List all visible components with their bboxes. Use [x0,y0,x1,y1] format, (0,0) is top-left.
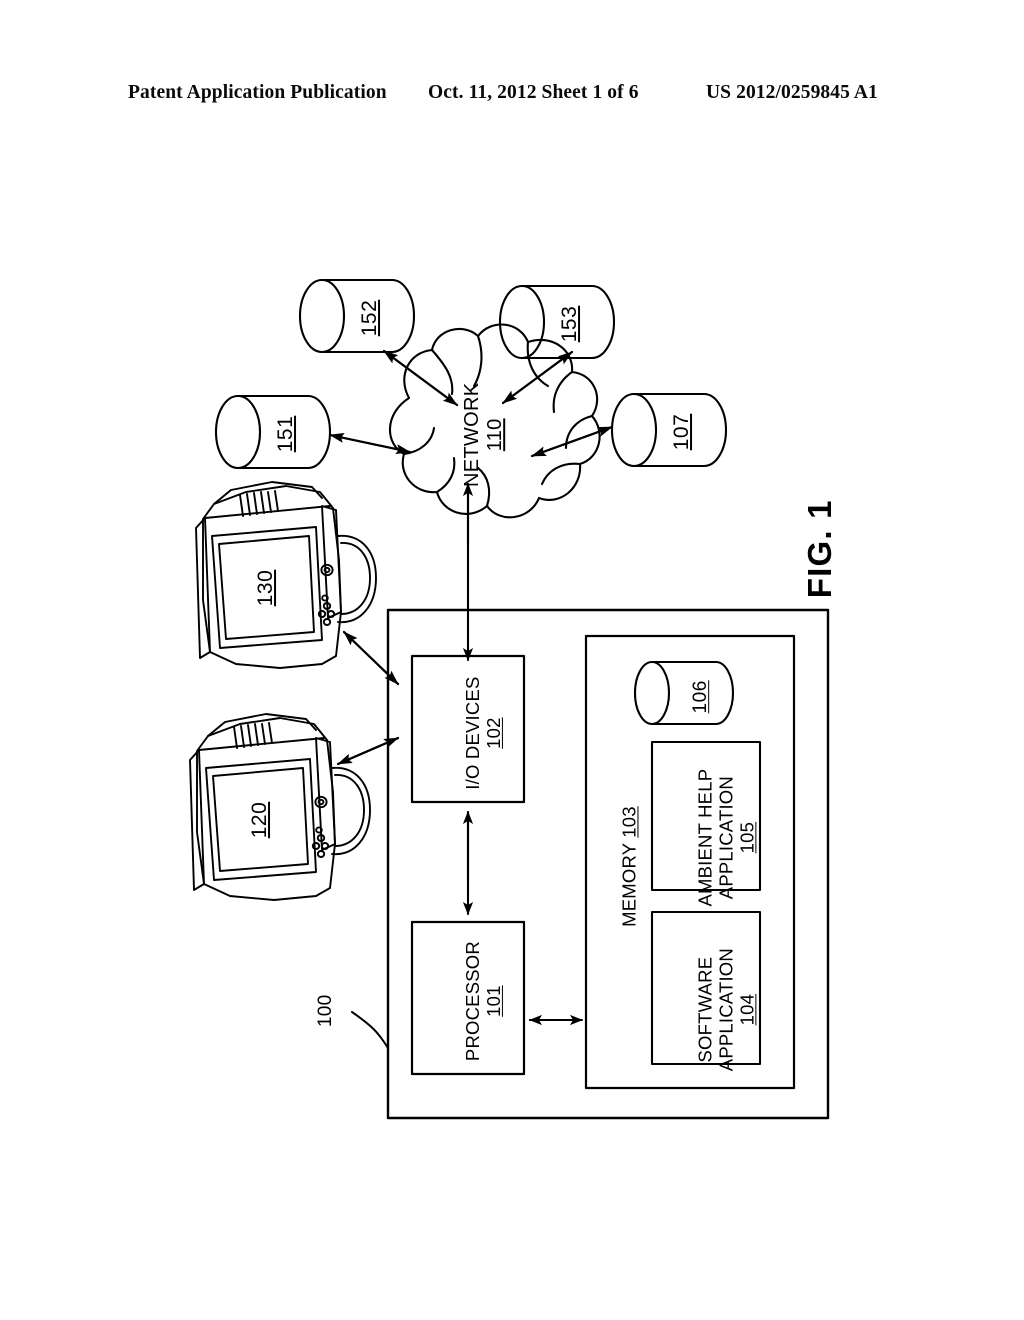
arrow-network-db153 [501,350,574,405]
ambient-help-application-box [650,740,762,892]
storage-cylinder-106 [633,660,735,726]
arrow-network-db151 [328,433,412,454]
database-cylinder-107 [610,392,727,468]
figure-drawing [189,278,830,1120]
processor-box [410,920,526,1076]
database-cylinder-153 [498,284,615,360]
database-cylinder-152 [298,278,415,354]
io-devices-box [410,654,526,804]
network-cloud [388,323,601,519]
monitor-130-drawing [195,481,377,669]
patent-figure-1: 152 153 151 107 NETWORK 110 130 120 100 … [0,0,1024,1320]
database-cylinder-151 [214,394,331,470]
system-box-100 [386,608,830,1120]
monitor-120-drawing [189,713,371,901]
arrow-monitor130-io [342,630,400,686]
arrow-network-db152 [382,349,459,407]
leader-line-100 [351,1011,389,1049]
memory-box [584,634,796,1090]
software-application-box [650,910,762,1066]
